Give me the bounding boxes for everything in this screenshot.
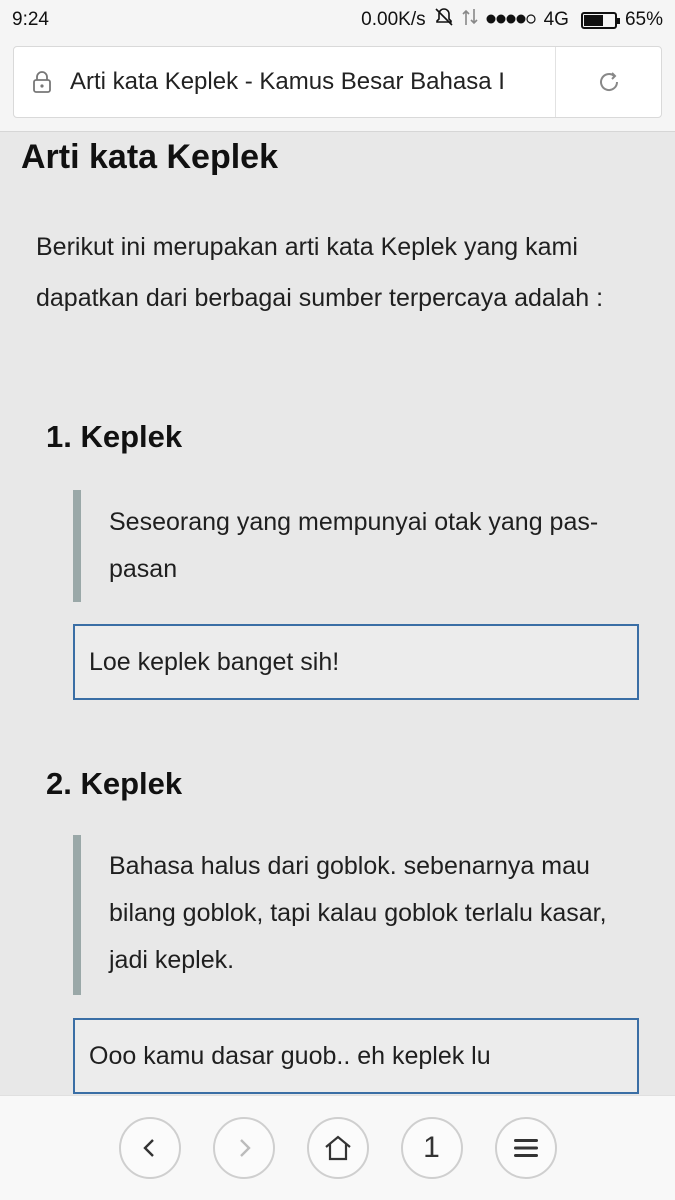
example-box: Loe keplek banget sih! <box>73 624 639 700</box>
forward-icon <box>239 1139 251 1157</box>
page-content: Arti kata Keplek Berikut ini merupakan a… <box>0 132 675 1095</box>
back-icon <box>142 1139 154 1157</box>
home-button[interactable] <box>306 1117 369 1179</box>
page-title-in-address-bar[interactable]: Arti kata Keplek - Kamus Besar Bahasa I <box>70 68 555 96</box>
network-speed: 0.00K/s <box>361 9 426 30</box>
entry-heading: 1. Keplek <box>46 419 183 454</box>
status-time: 9:24 <box>12 9 49 30</box>
network-type: 4G <box>543 9 569 30</box>
battery-percent: 65% <box>624 9 663 30</box>
example-box: Ooo kamu dasar guob.. eh keplek lu <box>73 1018 639 1094</box>
definition-quote: Seseorang yang mempunyai otak yang pas-p… <box>73 490 639 602</box>
bottom-navigation: 1 <box>0 1095 675 1200</box>
menu-button[interactable] <box>494 1117 557 1179</box>
browser-toolbar: Arti kata Keplek - Kamus Besar Bahasa I <box>0 40 675 132</box>
address-bar[interactable]: Arti kata Keplek - Kamus Besar Bahasa I <box>13 46 662 118</box>
status-indicators: 0.00K/s 4G 65% <box>361 7 663 33</box>
data-transfer-icon <box>462 7 478 33</box>
intro-paragraph: Berikut ini merupakan arti kata Keplek y… <box>36 233 604 312</box>
forward-button[interactable] <box>212 1117 275 1179</box>
reload-icon <box>599 72 618 91</box>
battery-icon <box>580 11 620 29</box>
page-title: Arti kata Keplek <box>21 138 278 176</box>
definition-quote: Bahasa halus dari goblok. sebenarnya mau… <box>73 835 639 995</box>
lock-icon <box>14 70 70 94</box>
back-button[interactable] <box>118 1117 181 1179</box>
signal-strength-icon <box>486 9 536 31</box>
tabs-button[interactable]: 1 <box>400 1117 463 1179</box>
status-bar: 9:24 0.00K/s 4G 65% <box>0 0 675 40</box>
hamburger-menu-icon <box>513 1139 538 1157</box>
home-icon <box>324 1135 351 1161</box>
reload-button[interactable] <box>555 47 661 117</box>
entry-heading: 2. Keplek <box>46 766 183 801</box>
tab-count: 1 <box>423 1131 440 1164</box>
mute-icon <box>434 7 454 33</box>
